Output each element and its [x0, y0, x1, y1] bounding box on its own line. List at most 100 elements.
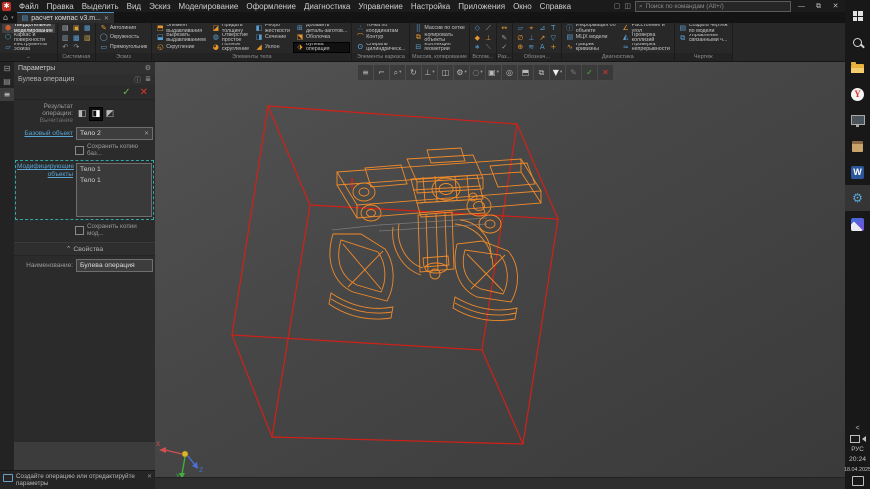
- shell-button[interactable]: ⬔ Оболочка: [294, 33, 349, 42]
- viewport-cancel-button[interactable]: ✕: [598, 65, 613, 80]
- boolean-intersect-button[interactable]: ◩: [104, 108, 116, 120]
- image-mode-button[interactable]: ▣▾: [486, 65, 501, 80]
- display-mode-button[interactable]: ◫: [438, 65, 453, 80]
- operation-tree-icon[interactable]: ≣: [145, 75, 151, 85]
- layout-icon-2[interactable]: ◫: [624, 2, 631, 10]
- triangle-icon[interactable]: ⊿: [537, 24, 548, 34]
- kompas-app-button[interactable]: ⚙: [845, 185, 870, 211]
- menu-settings[interactable]: Настройка: [407, 2, 454, 11]
- menu-diagnostics[interactable]: Диагностика: [300, 2, 354, 11]
- clock-time[interactable]: 20:24: [849, 456, 866, 464]
- panel-gear-icon[interactable]: ⚙: [145, 64, 151, 72]
- perp-icon[interactable]: ⊥: [526, 34, 537, 44]
- note-a-icon[interactable]: A: [537, 43, 548, 53]
- group-label-sketch[interactable]: Эскиз: [96, 53, 151, 61]
- mark-square-icon[interactable]: ▱: [515, 24, 526, 34]
- group-label-designations[interactable]: Обознач...: [513, 53, 561, 61]
- base-object-link[interactable]: Базовый объект: [16, 130, 76, 137]
- diameter-icon[interactable]: ∅: [515, 34, 526, 44]
- modifying-objects-link[interactable]: Модифицирующие объекты: [17, 163, 76, 217]
- yandex-browser-button[interactable]: Y: [845, 81, 870, 107]
- group-label-drawing[interactable]: Чертеж: [675, 53, 732, 61]
- thread-icon[interactable]: ≋: [526, 43, 537, 53]
- clip-view-button[interactable]: ⧉: [534, 65, 549, 80]
- redo-icon[interactable]: ↷: [71, 43, 82, 53]
- menu-select[interactable]: Выделить: [78, 2, 123, 11]
- continuity-check-button[interactable]: ≈ Проверка непрерывности: [620, 43, 672, 52]
- menu-modeling[interactable]: Моделирование: [174, 2, 242, 11]
- properties-section-header[interactable]: ⌃ Свойства: [14, 242, 155, 256]
- tray-expand-chevron[interactable]: <: [855, 425, 859, 432]
- name-field[interactable]: Булева операция: [76, 259, 153, 272]
- menu-sketch[interactable]: Эскиз: [145, 2, 174, 11]
- collision-check-button[interactable]: ◭ Проверка коллизий: [620, 33, 672, 42]
- save-mod-copies-checkbox[interactable]: [75, 226, 84, 235]
- save-base-copy-checkbox[interactable]: [75, 146, 84, 155]
- mode-wireframe-surfaces-button[interactable]: ⬡ Каркас и поверхности: [2, 33, 55, 42]
- geometry-collection-button[interactable]: ⊟ Коллекция геометрии: [412, 43, 466, 52]
- manage-linked-button[interactable]: ⧉ Управление связанными ч...: [677, 34, 730, 44]
- center-mark-icon[interactable]: ⊕: [515, 43, 526, 53]
- simple-hole-button[interactable]: ◍ Отверстие простое: [210, 33, 251, 42]
- plane-offset-icon[interactable]: ◇: [472, 24, 483, 34]
- plane-3pt-icon[interactable]: ◆: [472, 34, 483, 44]
- orientation-tool-button[interactable]: ↻: [406, 65, 421, 80]
- extrude-button[interactable]: ⬒ Элемент выдавливания: [154, 24, 208, 33]
- menu-applications[interactable]: Приложения: [454, 2, 509, 11]
- contour-button[interactable]: ⌒ Контур: [354, 33, 407, 42]
- base-object-field[interactable]: Тело 2 ✕: [76, 127, 153, 140]
- mode-solid-modeling-button[interactable]: ⬢ Твердотельное моделирование: [2, 24, 55, 33]
- point-coords-button[interactable]: ∴ Точка по координатам: [354, 24, 407, 33]
- copy-objects-button[interactable]: ⧉ Копировать объекты: [412, 33, 466, 42]
- group-label-modes[interactable]: ⌄: [0, 53, 57, 61]
- menu-edit[interactable]: Правка: [43, 2, 78, 11]
- dim-check-icon[interactable]: ✓: [499, 43, 510, 53]
- document-tab[interactable]: ▤ расчет компас v3.m... ✕: [17, 12, 114, 23]
- save-icon[interactable]: ▦: [82, 24, 93, 34]
- axes-tool-button[interactable]: ⌐: [374, 65, 389, 80]
- rotate-view-button[interactable]: ⬒: [518, 65, 533, 80]
- circle-button[interactable]: ◯ Окружность: [98, 33, 149, 42]
- tree-panel-icon[interactable]: ⊟: [0, 62, 14, 75]
- autoline-button[interactable]: ✎ Автолиния: [98, 24, 149, 33]
- viewport-confirm-button[interactable]: ✓: [582, 65, 597, 80]
- group-label-array-copy[interactable]: Массив, копирование: [410, 53, 468, 61]
- array-grid-button[interactable]: ⣿ Массив по сетке: [412, 24, 466, 33]
- list-item[interactable]: Тело 1: [77, 175, 151, 186]
- fit-view-button[interactable]: ◎: [502, 65, 517, 80]
- cut-extrude-button[interactable]: ⬓ Вырезать выдавливанием: [154, 33, 208, 42]
- add-part-button[interactable]: ⊞ Добавить деталь-заготов...: [294, 24, 349, 33]
- distance-angle-button[interactable]: ∠ Расстояние и угол: [620, 24, 672, 33]
- info-object-button[interactable]: ⓘ Информация об объекте: [564, 24, 618, 33]
- restore-button[interactable]: ⧉: [812, 2, 825, 11]
- group-label-diagnostics[interactable]: Диагностика: [562, 53, 674, 61]
- dim-line-icon[interactable]: ↔: [499, 24, 510, 34]
- dim-aux-icon[interactable]: ✎: [499, 34, 510, 44]
- taskbar-search-button[interactable]: [845, 29, 870, 55]
- tray-system-icons[interactable]: [850, 435, 866, 443]
- menu-layout[interactable]: Оформление: [242, 2, 300, 11]
- thicken-button[interactable]: ◪ Придать толщину: [210, 24, 251, 33]
- open-folder-icon[interactable]: ▣: [71, 24, 82, 34]
- group-label-body-elements[interactable]: Элементы тела: [152, 53, 351, 61]
- datum-icon[interactable]: ▽: [548, 34, 559, 44]
- preview-icon[interactable]: ▩: [71, 34, 82, 44]
- menu-file[interactable]: Файл: [15, 2, 43, 11]
- layout-icon-1[interactable]: ▢: [614, 2, 621, 10]
- group-label-system[interactable]: Системная: [58, 53, 95, 61]
- tab-close-icon[interactable]: ✕: [104, 15, 109, 22]
- parameters-panel-icon[interactable]: ≡: [0, 88, 14, 101]
- language-indicator[interactable]: РУС: [851, 446, 864, 453]
- menu-view[interactable]: Вид: [123, 2, 145, 11]
- 3d-scene[interactable]: X Y Z: [155, 62, 845, 479]
- modifying-objects-list[interactable]: Тело 1 Тело 1: [76, 163, 152, 217]
- base-object-clear-icon[interactable]: ✕: [144, 130, 149, 137]
- boolean-union-button[interactable]: ◧: [76, 108, 88, 120]
- render-mode-button[interactable]: ⚙▾: [454, 65, 469, 80]
- menu-window[interactable]: Окно: [509, 2, 536, 11]
- create-drawing-button[interactable]: ▤ Создать чертеж по модели: [677, 24, 730, 34]
- control-point-icon[interactable]: ∗: [472, 43, 483, 53]
- curvature-graph-button[interactable]: ∿ График кривизны: [564, 43, 618, 52]
- rectangle-button[interactable]: ▭ Прямоугольник: [98, 43, 149, 52]
- spiral-button[interactable]: ʘ Спираль цилиндрическ...: [354, 43, 407, 52]
